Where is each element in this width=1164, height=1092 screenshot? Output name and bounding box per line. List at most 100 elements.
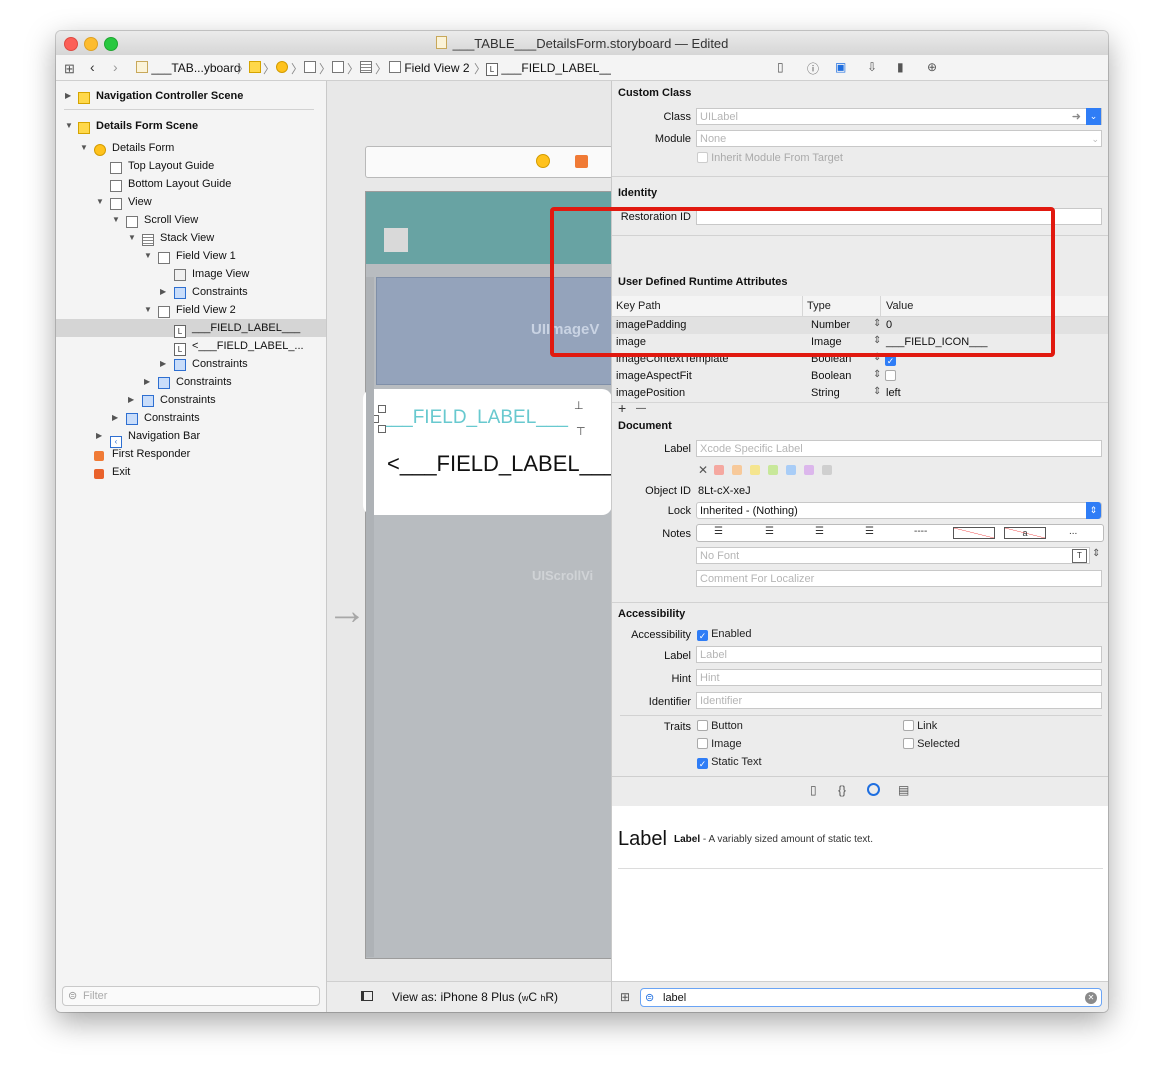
module-combo-box[interactable]: None ⌄ xyxy=(696,130,1102,147)
align-center-icon[interactable]: ☰ xyxy=(765,526,774,537)
checkbox-unchecked[interactable] xyxy=(885,370,896,382)
color-swatch-yellow[interactable] xyxy=(750,465,761,475)
table-row[interactable]: imageAspectFit Boolean ⇕ xyxy=(612,368,1108,385)
trait-static-text-checkbox[interactable]: ✓ Static Text xyxy=(697,756,762,769)
comment-localizer-field[interactable]: Comment For Localizer xyxy=(696,570,1102,587)
color-swatch-orange[interactable] xyxy=(732,465,743,475)
size-inspector-icon[interactable]: ▮ xyxy=(897,60,904,74)
no-color-swatch[interactable] xyxy=(953,527,995,539)
font-stepper-icon[interactable]: ⇕ xyxy=(1092,548,1100,559)
line-style-button[interactable]: ---- xyxy=(914,526,927,537)
first-responder-icon[interactable] xyxy=(575,155,588,168)
disclosure-triangle-icon[interactable]: ▶ xyxy=(160,283,166,301)
identity-inspector-icon[interactable]: ▣ xyxy=(835,60,846,74)
media-library-icon[interactable]: ▤ xyxy=(898,783,909,797)
chevron-updown-icon[interactable]: ⇕ xyxy=(1086,502,1101,519)
font-picker-icon[interactable]: T xyxy=(1072,549,1087,563)
disclosure-triangle-icon[interactable]: ▼ xyxy=(128,229,136,247)
outline-filter-field[interactable]: ⊜ Filter xyxy=(62,986,320,1006)
a11y-identifier-field[interactable]: Identifier xyxy=(696,692,1102,709)
hide-outline-icon[interactable] xyxy=(361,991,373,1001)
grid-view-icon[interactable]: ⊞ xyxy=(620,990,630,1004)
lock-popup[interactable]: Inherited - (Nothing) ⇕ xyxy=(696,502,1102,519)
color-label-picker[interactable]: ✕ xyxy=(698,463,840,478)
filter-icon: ⊜ xyxy=(68,990,78,1002)
back-button[interactable]: ‹ xyxy=(90,59,95,75)
forward-button[interactable]: › xyxy=(113,59,118,75)
disclosure-triangle-icon[interactable]: ▶ xyxy=(112,409,118,427)
color-swatch-green[interactable] xyxy=(768,465,779,475)
disclosure-triangle-icon[interactable]: ▼ xyxy=(144,247,152,265)
jump-item-controller[interactable] xyxy=(276,61,288,75)
library-item-label[interactable]: Label Label - A variably sized amount of… xyxy=(618,828,873,851)
accessibility-enabled-checkbox[interactable]: ✓ Enabled xyxy=(697,628,751,641)
window-title-text: ___TABLE___DetailsForm.storyboard — Edit… xyxy=(452,36,729,51)
related-items-icon[interactable]: ⊞ xyxy=(64,61,75,77)
stepper-icon[interactable]: ⇕ xyxy=(873,369,881,380)
trait-button-checkbox[interactable]: Button xyxy=(697,720,743,732)
disclosure-triangle-icon[interactable]: ▼ xyxy=(65,117,73,135)
code-snippet-library-icon[interactable]: {} xyxy=(838,783,846,797)
entry-arrow-icon: → xyxy=(327,589,367,633)
jump-item-stackview[interactable] xyxy=(360,61,372,75)
chevron-down-icon[interactable]: ⌄ xyxy=(1091,131,1099,148)
attributes-inspector-icon[interactable]: ⇩ xyxy=(867,60,877,74)
disclosure-triangle-icon[interactable]: ▼ xyxy=(96,193,104,211)
clear-color-icon[interactable]: ✕ xyxy=(698,463,708,477)
inherit-module-checkbox[interactable]: Inherit Module From Target xyxy=(697,152,843,164)
color-swatch-red[interactable] xyxy=(714,465,725,475)
file-inspector-icon[interactable]: ▯ xyxy=(777,60,784,74)
disclosure-triangle-icon[interactable]: ▶ xyxy=(128,391,134,409)
stepper-icon[interactable]: ⇕ xyxy=(873,386,881,397)
disclosure-triangle-icon[interactable]: ▶ xyxy=(160,355,166,373)
color-swatch-gray[interactable] xyxy=(822,465,833,475)
chevron-down-icon[interactable]: ⌄ xyxy=(1086,108,1101,125)
jump-item-scrollview[interactable] xyxy=(332,61,344,75)
remove-attribute-button[interactable]: — xyxy=(636,403,646,414)
text-color-swatch[interactable]: a xyxy=(1004,527,1046,539)
trait-selected-checkbox[interactable]: Selected xyxy=(903,738,960,750)
arrow-circle-icon[interactable]: ➜ xyxy=(1072,109,1081,126)
disclosure-triangle-icon[interactable]: ▼ xyxy=(144,301,152,319)
align-right-icon[interactable]: ☰ xyxy=(815,526,824,537)
library-search-input[interactable]: ⊜ label ✕ xyxy=(640,988,1102,1007)
jump-item-storyboard[interactable]: ___TAB...yboard xyxy=(136,61,241,75)
nav-bar-button-placeholder[interactable] xyxy=(384,228,408,252)
jump-item-scene[interactable] xyxy=(249,61,261,75)
disclosure-triangle-icon[interactable]: ▶ xyxy=(65,87,71,105)
table-row[interactable]: imagePosition String ⇕ left xyxy=(612,385,1108,402)
resize-handle[interactable] xyxy=(378,425,386,433)
class-combo-box[interactable]: UILabel ➜ ⌄ xyxy=(696,108,1102,125)
more-options-button[interactable]: ... xyxy=(1069,526,1077,537)
jump-item-fieldview2[interactable]: Field View 2 xyxy=(389,61,470,75)
add-attribute-button[interactable]: + xyxy=(618,400,626,416)
clear-search-icon[interactable]: ✕ xyxy=(1085,992,1097,1004)
jump-item-view[interactable] xyxy=(304,61,316,75)
field-label-selected[interactable]: ___FIELD_LABEL___ xyxy=(381,407,568,429)
a11y-hint-field[interactable]: Hint xyxy=(696,669,1102,686)
disclosure-triangle-icon[interactable]: ▼ xyxy=(80,139,88,157)
view-as-device[interactable]: View as: iPhone 8 Plus (wC hR) xyxy=(392,990,558,1004)
outline-row-selected[interactable]: L ___FIELD_LABEL___ xyxy=(56,319,326,338)
trait-link-checkbox[interactable]: Link xyxy=(903,720,937,732)
field-label-secondary[interactable]: <___FIELD_LABEL___ xyxy=(387,451,616,477)
align-justify-icon[interactable]: ☰ xyxy=(865,526,874,537)
trait-image-checkbox[interactable]: Image xyxy=(697,738,742,750)
font-field[interactable]: No Font T xyxy=(696,547,1090,564)
quick-help-icon[interactable]: ⓘ xyxy=(807,60,819,77)
disclosure-triangle-icon[interactable]: ▶ xyxy=(144,373,150,391)
resize-handle[interactable] xyxy=(378,405,386,413)
jump-item-label[interactable]: L ___FIELD_LABEL___ xyxy=(486,61,619,76)
align-left-icon[interactable]: ☰ xyxy=(714,526,723,537)
document-label-field[interactable]: Xcode Specific Label xyxy=(696,440,1102,457)
object-library-icon[interactable] xyxy=(867,783,880,796)
field-view-2[interactable]: ___FIELD_LABEL___ ⊥ ⊤ <___FIELD_LABEL___ xyxy=(363,389,616,515)
disclosure-triangle-icon[interactable]: ▶ xyxy=(96,427,102,445)
a11y-label-field[interactable]: Label xyxy=(696,646,1102,663)
file-template-library-icon[interactable]: ▯ xyxy=(810,783,817,797)
connections-inspector-icon[interactable]: ⊕ xyxy=(927,60,937,74)
color-swatch-blue[interactable] xyxy=(786,465,797,475)
color-swatch-purple[interactable] xyxy=(804,465,815,475)
disclosure-triangle-icon[interactable]: ▼ xyxy=(112,211,120,229)
view-controller-icon[interactable] xyxy=(536,154,550,168)
